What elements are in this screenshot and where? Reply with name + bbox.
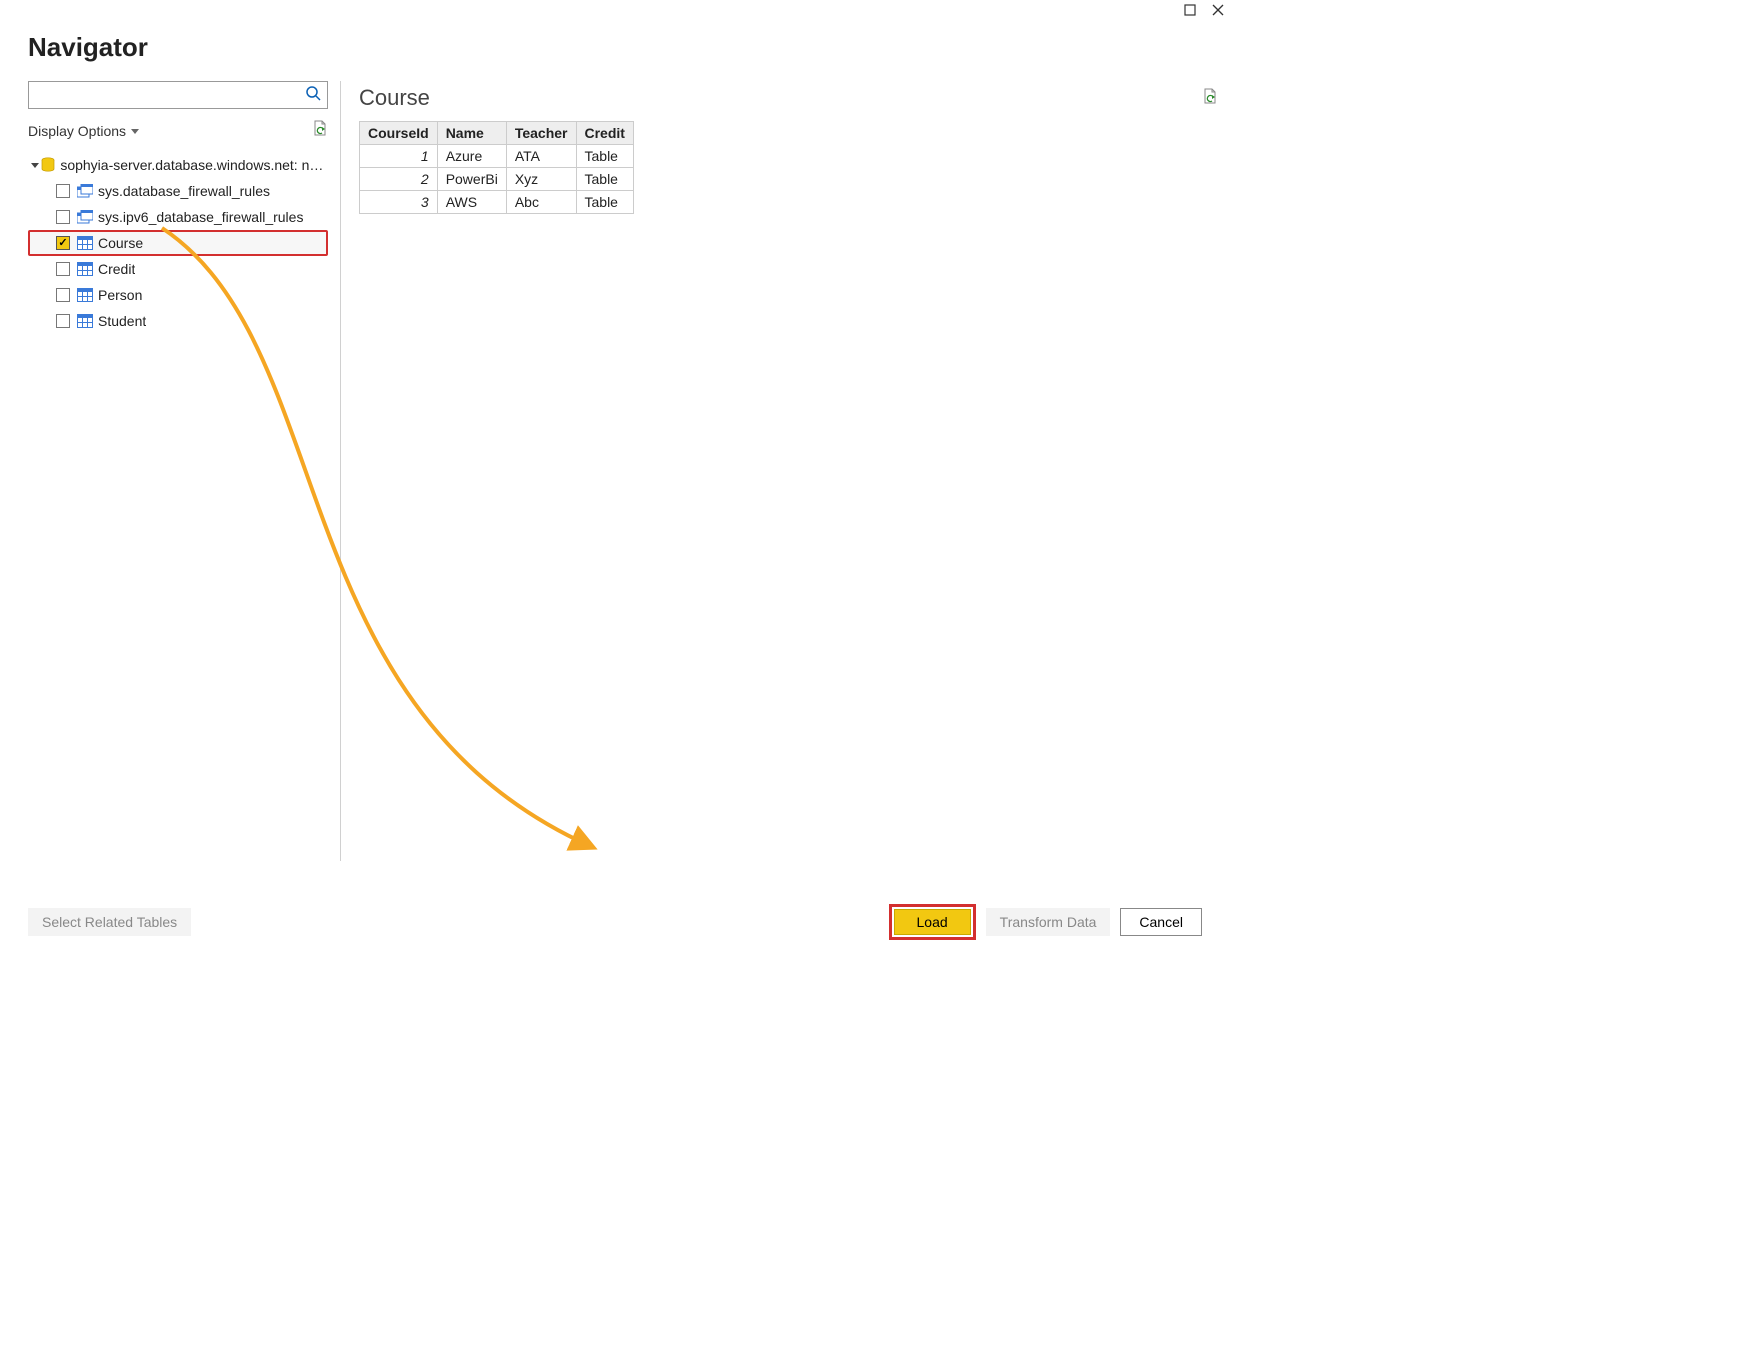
tree-item-label: sys.ipv6_database_firewall_rules (98, 209, 303, 225)
tree-item-label: sys.database_firewall_rules (98, 183, 270, 199)
tree-item-label: Credit (98, 261, 135, 277)
tree-item-label: Person (98, 287, 142, 303)
table-cell: Abc (506, 191, 576, 214)
table-icon (76, 236, 94, 250)
table-cell: 1 (360, 145, 438, 168)
tree-item-credit[interactable]: Credit (28, 256, 328, 282)
pane-divider[interactable] (340, 81, 341, 861)
table-cell: 3 (360, 191, 438, 214)
table-cell: AWS (437, 191, 506, 214)
column-header[interactable]: Teacher (506, 122, 576, 145)
tree-item-checkbox[interactable] (56, 314, 70, 328)
table-cell: 2 (360, 168, 438, 191)
tree-item-sys-database-firewall-rules[interactable]: sys.database_firewall_rules (28, 178, 328, 204)
tree-root[interactable]: sophyia-server.database.windows.net: new… (28, 152, 328, 178)
table-cell: Table (576, 191, 633, 214)
transform-data-button[interactable]: Transform Data (986, 908, 1111, 936)
preview-title: Course (359, 85, 430, 111)
tree-item-sys-ipv6-database-firewall-rules[interactable]: sys.ipv6_database_firewall_rules (28, 204, 328, 230)
display-options-label: Display Options (28, 123, 126, 139)
select-related-tables-button[interactable]: Select Related Tables (28, 908, 191, 936)
close-icon[interactable] (1210, 2, 1226, 18)
database-icon (41, 157, 57, 173)
tree-item-checkbox[interactable] (56, 236, 70, 250)
load-button[interactable]: Load (894, 909, 971, 935)
maximize-icon[interactable] (1182, 2, 1198, 18)
table-cell: Table (576, 168, 633, 191)
navigator-tree: sophyia-server.database.windows.net: new… (28, 152, 328, 334)
table-icon (76, 288, 94, 302)
tree-root-label: sophyia-server.database.windows.net: new… (60, 157, 328, 173)
tree-item-person[interactable]: Person (28, 282, 328, 308)
view-icon (76, 210, 94, 224)
column-header[interactable]: Credit (576, 122, 633, 145)
cancel-button[interactable]: Cancel (1120, 908, 1202, 936)
table-cell: Table (576, 145, 633, 168)
tree-item-checkbox[interactable] (56, 210, 70, 224)
tree-item-label: Student (98, 313, 146, 329)
tree-item-label: Course (98, 235, 143, 251)
search-icon[interactable] (305, 85, 321, 106)
table-cell: Azure (437, 145, 506, 168)
refresh-preview-icon[interactable] (312, 119, 328, 142)
table-icon (76, 262, 94, 276)
display-options-dropdown[interactable]: Display Options (28, 123, 140, 139)
table-row[interactable]: 2PowerBiXyzTable (360, 168, 634, 191)
tree-item-checkbox[interactable] (56, 262, 70, 276)
page-title: Navigator (28, 32, 1230, 63)
table-row[interactable]: 1AzureATATable (360, 145, 634, 168)
table-cell: PowerBi (437, 168, 506, 191)
tree-item-course[interactable]: Course (28, 230, 328, 256)
preview-table: CourseIdNameTeacherCredit 1AzureATATable… (359, 121, 634, 214)
table-cell: Xyz (506, 168, 576, 191)
view-icon (76, 184, 94, 198)
chevron-down-icon (130, 123, 140, 139)
refresh-preview-icon[interactable] (1202, 87, 1218, 110)
column-header[interactable]: CourseId (360, 122, 438, 145)
tree-item-student[interactable]: Student (28, 308, 328, 334)
column-header[interactable]: Name (437, 122, 506, 145)
tree-item-checkbox[interactable] (56, 288, 70, 302)
table-icon (76, 314, 94, 328)
tree-item-checkbox[interactable] (56, 184, 70, 198)
search-input[interactable] (35, 83, 305, 107)
search-input-container[interactable] (28, 81, 328, 109)
load-button-highlight: Load (889, 904, 976, 940)
expander-icon[interactable] (30, 160, 41, 170)
table-cell: ATA (506, 145, 576, 168)
table-row[interactable]: 3AWSAbcTable (360, 191, 634, 214)
